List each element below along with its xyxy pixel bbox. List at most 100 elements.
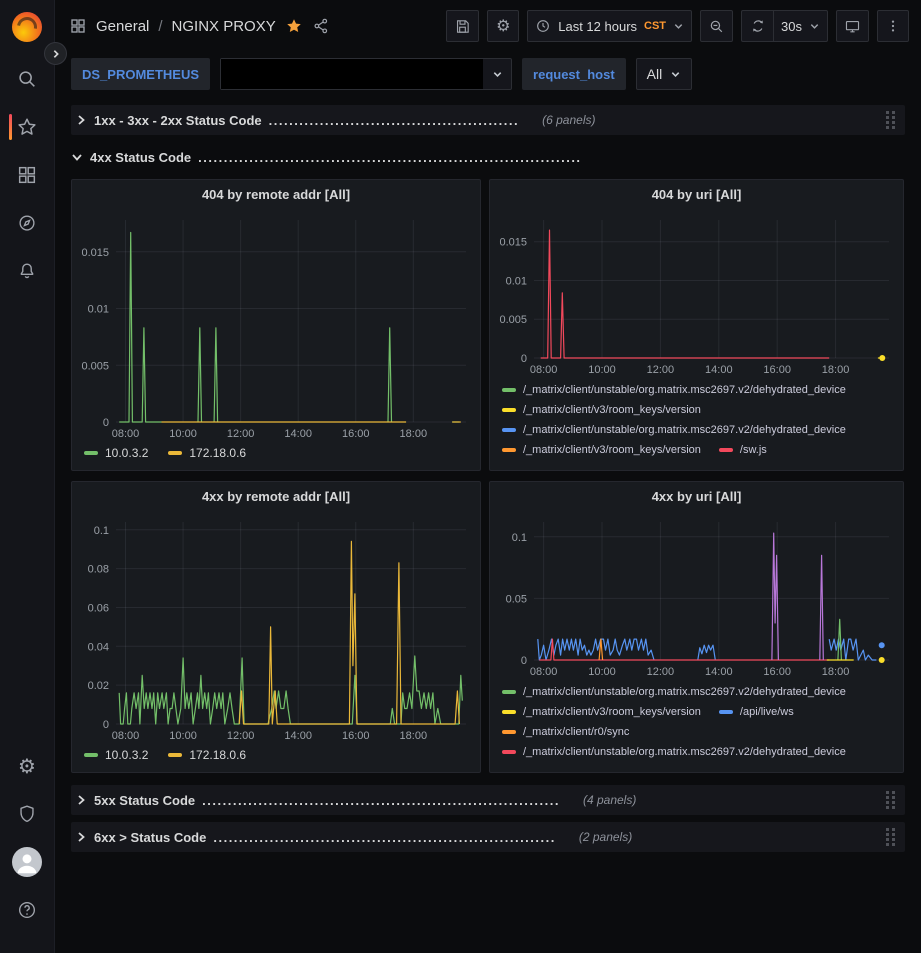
zoom-out-icon <box>708 18 725 35</box>
chevron-right-icon <box>51 49 61 59</box>
legend-color-dash <box>502 690 516 694</box>
svg-text:18:00: 18:00 <box>400 730 428 742</box>
legend-item[interactable]: /_matrix/client/unstable/org.matrix.msc2… <box>502 686 846 698</box>
dashboard-settings-button[interactable]: ⚙ <box>487 10 519 42</box>
timezone-label: CST <box>644 20 666 32</box>
refresh-group: 30s <box>741 10 828 42</box>
legend-label: 172.18.0.6 <box>189 748 246 762</box>
save-dashboard-button[interactable] <box>446 10 479 42</box>
chevron-right-icon <box>75 114 87 126</box>
share-icon[interactable] <box>312 17 330 35</box>
legend-item[interactable]: 10.0.3.2 <box>84 748 148 762</box>
sidebar-item-search[interactable] <box>0 64 55 94</box>
row-1xx-3xx-2xx[interactable]: 1xx - 3xx - 2xx Status Code ............… <box>71 105 905 135</box>
sidebar-item-starred[interactable] <box>0 112 55 142</box>
legend-item[interactable]: /_matrix/client/unstable/org.matrix.msc2… <box>502 424 846 436</box>
legend-item[interactable]: 10.0.3.2 <box>84 446 148 460</box>
row-6xx[interactable]: 6xx > Status Code ......................… <box>71 822 905 852</box>
legend-item[interactable]: /_matrix/client/v3/room_keys/version <box>502 404 701 416</box>
legend-item[interactable]: /_matrix/client/v3/room_keys/version <box>502 444 701 456</box>
sidebar-item-explore[interactable] <box>0 208 55 238</box>
chevron-down-icon <box>670 69 681 80</box>
legend-item[interactable]: /sw.js <box>719 444 767 456</box>
time-series-plot[interactable]: 08:0010:0012:0014:0016:0018:0000.050.1 <box>494 510 899 680</box>
toolbar: ⚙ Last 12 hours CST <box>446 10 909 42</box>
legend-item[interactable]: /_matrix/client/unstable/org.matrix.msc2… <box>502 746 846 758</box>
refresh-icon <box>750 18 766 34</box>
request-host-variable-label[interactable]: request_host <box>522 58 626 90</box>
svg-text:0.02: 0.02 <box>88 680 109 692</box>
svg-text:14:00: 14:00 <box>284 428 312 440</box>
panel-title[interactable]: 404 by remote addr [All] <box>72 180 480 208</box>
svg-text:0.005: 0.005 <box>499 314 527 326</box>
row-5xx[interactable]: 5xx Status Code ........................… <box>71 785 905 815</box>
svg-text:16:00: 16:00 <box>342 428 370 440</box>
dashboard-body: 1xx - 3xx - 2xx Status Code ............… <box>55 100 921 953</box>
time-series-chart[interactable]: 08:0010:0012:0014:0016:0018:0000.0050.01… <box>490 208 903 378</box>
svg-text:08:00: 08:00 <box>112 428 140 440</box>
legend-item[interactable]: /_matrix/client/unstable/org.matrix.msc2… <box>502 384 846 396</box>
svg-text:0.015: 0.015 <box>499 237 527 249</box>
legend-item[interactable]: 172.18.0.6 <box>168 446 246 460</box>
row-panel-count: (2 panels) <box>579 830 632 844</box>
row-panel-count: (6 panels) <box>542 113 595 127</box>
svg-text:12:00: 12:00 <box>647 364 675 376</box>
svg-text:10:00: 10:00 <box>588 666 616 678</box>
legend-item[interactable]: /_matrix/client/r0/sync <box>502 726 629 738</box>
sidebar-expand-button[interactable] <box>44 42 67 65</box>
legend-color-dash <box>84 451 98 455</box>
datasource-select[interactable] <box>220 58 512 90</box>
favorite-star-icon[interactable] <box>285 17 303 35</box>
panel-title[interactable]: 4xx by remote addr [All] <box>72 482 480 510</box>
svg-text:0.05: 0.05 <box>506 593 527 605</box>
refresh-button[interactable] <box>741 10 773 42</box>
row-drag-handle[interactable] <box>886 791 899 809</box>
legend-color-dash <box>502 710 516 714</box>
legend-item[interactable]: /_matrix/client/v3/room_keys/version <box>502 706 701 718</box>
legend-item[interactable]: 172.18.0.6 <box>168 748 246 762</box>
legend-item[interactable]: /api/live/ws <box>719 706 794 718</box>
time-range-picker[interactable]: Last 12 hours CST <box>527 10 692 42</box>
panel-404-by-uri: 404 by uri [All] 08:0010:0012:0014:0016:… <box>489 179 904 471</box>
grafana-logo[interactable] <box>12 12 42 42</box>
time-range-label: Last 12 hours <box>558 19 637 34</box>
legend-label: /_matrix/client/unstable/org.matrix.msc2… <box>523 686 846 698</box>
legend-color-dash <box>502 750 516 754</box>
panel-title[interactable]: 4xx by uri [All] <box>490 482 903 510</box>
time-series-plot[interactable]: 08:0010:0012:0014:0016:0018:0000.0050.01… <box>76 208 476 442</box>
row-drag-handle[interactable] <box>886 828 899 846</box>
time-series-chart[interactable]: 08:0010:0012:0014:0016:0018:0000.0050.01… <box>72 208 480 442</box>
sidebar-item-configuration[interactable]: ⚙ <box>0 751 55 781</box>
svg-text:12:00: 12:00 <box>227 428 255 440</box>
save-icon <box>454 18 471 35</box>
sidebar-item-server-admin[interactable] <box>0 799 55 829</box>
row-4xx[interactable]: 4xx Status Code ........................… <box>71 142 905 172</box>
sidebar-item-dashboards[interactable] <box>0 160 55 190</box>
sidebar-item-help[interactable] <box>0 895 55 925</box>
svg-text:08:00: 08:00 <box>530 364 558 376</box>
time-series-chart[interactable]: 08:0010:0012:0014:0016:0018:0000.050.1 <box>490 510 903 680</box>
chevron-right-icon <box>75 831 87 843</box>
row-drag-handle[interactable] <box>886 111 899 129</box>
panel-title[interactable]: 404 by uri [All] <box>490 180 903 208</box>
kiosk-mode-button[interactable] <box>836 10 869 42</box>
svg-text:0.015: 0.015 <box>81 247 109 259</box>
sidebar-item-profile[interactable] <box>0 847 55 877</box>
apps-grid-icon[interactable] <box>69 17 87 35</box>
sidebar-item-alerting[interactable] <box>0 256 55 286</box>
chevron-down-icon <box>809 21 820 32</box>
time-series-plot[interactable]: 08:0010:0012:0014:0016:0018:0000.020.040… <box>76 510 476 744</box>
breadcrumb-section[interactable]: General <box>96 18 149 35</box>
zoom-out-button[interactable] <box>700 10 733 42</box>
page-title[interactable]: NGINX PROXY <box>172 18 276 35</box>
more-options-button[interactable] <box>877 10 909 42</box>
time-series-plot[interactable]: 08:0010:0012:0014:0016:0018:0000.0050.01… <box>494 208 899 378</box>
refresh-interval-picker[interactable]: 30s <box>773 10 828 42</box>
svg-text:0.01: 0.01 <box>506 275 527 287</box>
datasource-variable-label[interactable]: DS_PROMETHEUS <box>71 58 210 90</box>
legend-color-dash <box>502 408 516 412</box>
request-host-select[interactable]: All <box>636 58 693 90</box>
gear-icon: ⚙ <box>496 18 510 34</box>
time-series-chart[interactable]: 08:0010:0012:0014:0016:0018:0000.020.040… <box>72 510 480 744</box>
svg-text:08:00: 08:00 <box>112 730 140 742</box>
